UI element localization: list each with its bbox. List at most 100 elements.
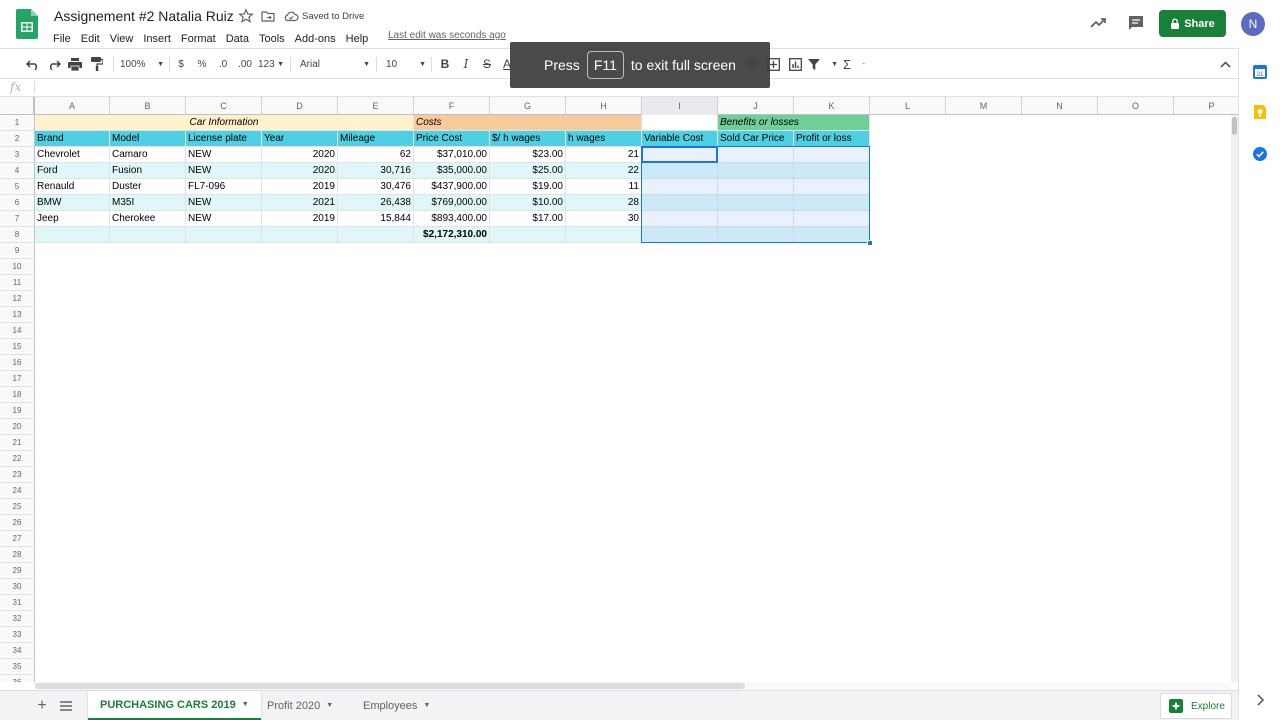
row-header-34[interactable]: 34 — [0, 643, 35, 659]
column-header-e[interactable]: E — [338, 97, 414, 115]
row-header-12[interactable]: 12 — [0, 291, 35, 307]
calendar-icon[interactable]: 31 — [1252, 64, 1268, 80]
menu-view[interactable]: View — [105, 32, 139, 46]
row-header-35[interactable]: 35 — [0, 659, 35, 675]
data-cell[interactable]: 2019 — [262, 211, 338, 227]
data-cell[interactable]: Duster — [110, 179, 186, 195]
group-header-costs[interactable]: Costs — [414, 115, 642, 131]
data-cell[interactable]: 30,716 — [338, 163, 414, 179]
data-cell[interactable]: 62 — [338, 147, 414, 163]
sheet-tab-employees[interactable]: Employees ▼ — [351, 691, 442, 720]
data-cell[interactable]: 21 — [566, 147, 642, 163]
sheets-logo-icon[interactable] — [16, 9, 38, 39]
data-cell[interactable]: Renauld — [35, 179, 110, 195]
redo-icon[interactable] — [45, 55, 63, 73]
column-header-a[interactable]: A — [35, 97, 110, 115]
data-cell[interactable]: 30 — [566, 211, 642, 227]
data-cell[interactable] — [718, 211, 794, 227]
data-cell[interactable]: $35,000.00 — [414, 163, 490, 179]
tasks-icon[interactable] — [1252, 146, 1268, 162]
select-all-corner[interactable] — [0, 97, 35, 115]
row-header-4[interactable]: 4 — [0, 163, 35, 179]
data-cell[interactable] — [794, 147, 870, 163]
row-header-21[interactable]: 21 — [0, 435, 35, 451]
column-label[interactable]: Sold Car Price — [718, 131, 794, 147]
data-cell[interactable]: 22 — [566, 163, 642, 179]
column-header-k[interactable]: K — [794, 97, 870, 115]
chevron-down-icon[interactable]: ▼ — [242, 701, 249, 708]
data-cell[interactable] — [794, 195, 870, 211]
move-to-folder-icon[interactable] — [260, 8, 276, 24]
total-price-cost[interactable]: $2,172,310.00 — [414, 227, 490, 243]
menu-tools[interactable]: Tools — [254, 32, 290, 46]
format-percent-button[interactable]: % — [196, 55, 208, 73]
row-header-25[interactable]: 25 — [0, 499, 35, 515]
row-header-28[interactable]: 28 — [0, 547, 35, 563]
data-cell[interactable]: 2020 — [262, 163, 338, 179]
row-header-6[interactable]: 6 — [0, 195, 35, 211]
column-header-f[interactable]: F — [414, 97, 490, 115]
data-cell[interactable]: 2020 — [262, 147, 338, 163]
data-cell[interactable] — [642, 163, 718, 179]
data-cell[interactable]: $17.00 — [490, 211, 566, 227]
data-cell[interactable]: Ford — [35, 163, 110, 179]
column-header-j[interactable]: J — [718, 97, 794, 115]
collapse-toolbar-icon[interactable] — [1216, 55, 1234, 73]
row-header-18[interactable]: 18 — [0, 387, 35, 403]
data-cell[interactable] — [794, 179, 870, 195]
keep-icon[interactable] — [1252, 104, 1268, 120]
data-cell[interactable] — [642, 211, 718, 227]
data-cell[interactable] — [718, 179, 794, 195]
data-cell[interactable]: 26,438 — [338, 195, 414, 211]
column-header-h[interactable]: H — [566, 97, 642, 115]
row-header-27[interactable]: 27 — [0, 531, 35, 547]
row-header-7[interactable]: 7 — [0, 211, 35, 227]
vertical-scroll-thumb[interactable] — [1232, 117, 1237, 135]
data-cell[interactable]: NEW — [186, 147, 262, 163]
menu-insert[interactable]: Insert — [138, 32, 176, 46]
menu-file[interactable]: File — [48, 32, 76, 46]
data-cell[interactable]: FL7-096 — [186, 179, 262, 195]
row-header-2[interactable]: 2 — [0, 131, 35, 147]
column-label[interactable]: Profit or loss — [794, 131, 870, 147]
data-cell[interactable] — [642, 227, 718, 243]
add-sheet-icon[interactable]: + — [33, 697, 51, 715]
group-header-car-information[interactable]: Car Information — [35, 115, 414, 131]
decrease-decimal-button[interactable]: .0 — [214, 55, 232, 73]
horizontal-scrollbar[interactable] — [35, 682, 1231, 690]
column-header-o[interactable]: O — [1098, 97, 1174, 115]
column-label[interactable]: $/ h wages — [490, 131, 566, 147]
data-cell[interactable] — [718, 163, 794, 179]
menu-format[interactable]: Format — [176, 32, 221, 46]
data-cell[interactable] — [566, 227, 642, 243]
avatar[interactable]: N — [1241, 12, 1265, 36]
data-cell[interactable]: 28 — [566, 195, 642, 211]
menu-edit[interactable]: Edit — [76, 32, 105, 46]
bold-button[interactable]: B — [438, 55, 452, 73]
column-header-d[interactable]: D — [262, 97, 338, 115]
vertical-scrollbar[interactable] — [1231, 115, 1238, 682]
row-header-22[interactable]: 22 — [0, 451, 35, 467]
column-label[interactable]: Variable Cost — [642, 131, 718, 147]
print-icon[interactable] — [66, 55, 84, 73]
data-cell[interactable]: M35I — [110, 195, 186, 211]
row-header-19[interactable]: 19 — [0, 403, 35, 419]
column-header-m[interactable]: M — [946, 97, 1022, 115]
column-label[interactable]: Model — [110, 131, 186, 147]
row-header-5[interactable]: 5 — [0, 179, 35, 195]
row-header-13[interactable]: 13 — [0, 307, 35, 323]
data-cell[interactable]: $23.00 — [490, 147, 566, 163]
data-cell[interactable]: $37,010.00 — [414, 147, 490, 163]
star-icon[interactable] — [238, 8, 254, 24]
column-header-c[interactable]: C — [186, 97, 262, 115]
strikethrough-button[interactable]: S — [480, 55, 494, 73]
format-currency-button[interactable]: $ — [175, 55, 187, 73]
row-header-33[interactable]: 33 — [0, 627, 35, 643]
row-header-14[interactable]: 14 — [0, 323, 35, 339]
row-header-26[interactable]: 26 — [0, 515, 35, 531]
data-cell[interactable] — [794, 211, 870, 227]
data-cell[interactable]: 15,844 — [338, 211, 414, 227]
data-cell[interactable] — [110, 227, 186, 243]
row-header-16[interactable]: 16 — [0, 355, 35, 371]
row-header-10[interactable]: 10 — [0, 259, 35, 275]
